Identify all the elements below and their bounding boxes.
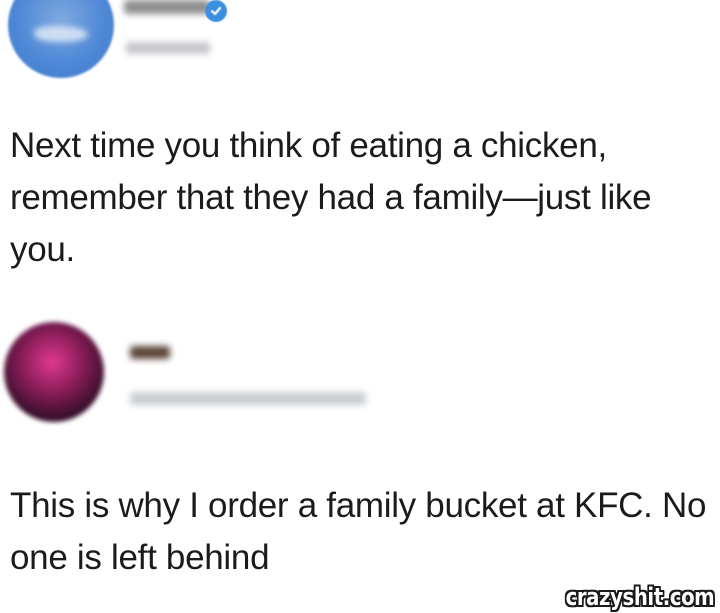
blurred-handle[interactable]: [130, 392, 366, 405]
blurred-display-name[interactable]: [124, 0, 210, 14]
tweet-text: Next time you think of eating a chicken,…: [10, 126, 652, 269]
site-watermark: crazyshit.com: [565, 583, 714, 611]
screenshot-page: Next time you think of eating a chicken,…: [0, 0, 720, 613]
verified-check-icon: [205, 0, 227, 22]
avatar[interactable]: [4, 322, 104, 422]
blurred-display-name[interactable]: [130, 346, 170, 359]
avatar-logo: [34, 26, 88, 42]
blurred-handle[interactable]: [126, 42, 210, 54]
avatar[interactable]: [8, 0, 114, 78]
reply-text: This is why I order a family bucket at K…: [10, 486, 707, 577]
